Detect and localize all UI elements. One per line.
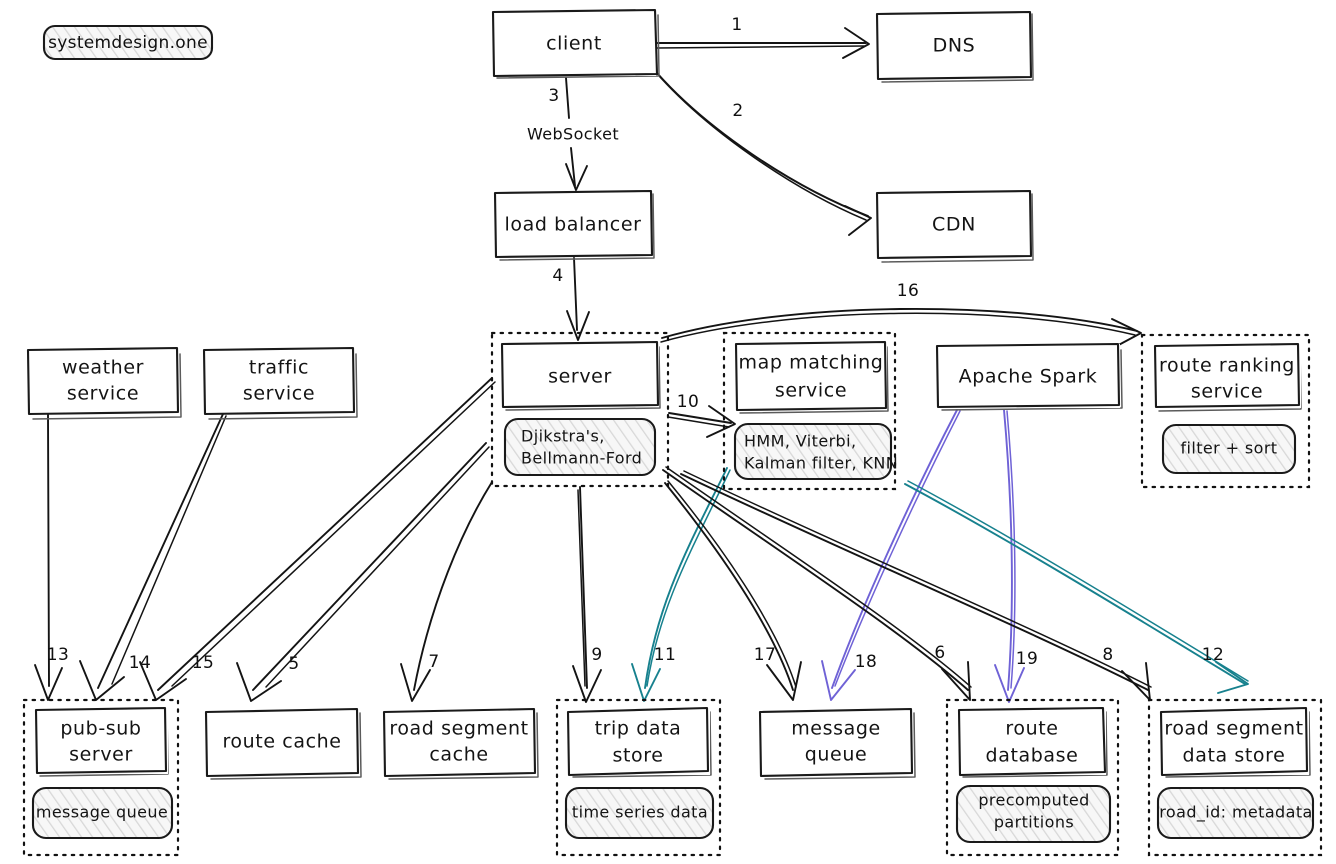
node-route-database-label-line1: route [1005,718,1058,740]
node-route-database-sub: precomputed partitions [955,784,1112,844]
node-route-ranking-service-label-line2: service [1191,381,1263,403]
node-route-database: route database [957,706,1108,778]
node-route-cache: route cache [204,707,362,780]
node-message-queue-label-line1: message [791,718,881,740]
node-pubsub-server-sub-label: message queue [36,803,168,822]
node-road-segment-cache-label-line1: road segment [389,718,528,740]
node-map-matching-service: map matching service [734,340,889,414]
node-weather-service: weather service [26,346,182,420]
node-route-cache-label: route cache [222,731,341,753]
node-server-sub-line1: Djikstra's, [521,427,605,446]
node-road-segment-data-store-sub: road_id: metadata [1156,786,1315,840]
node-pubsub-server-sub: message queue [31,786,174,840]
node-road-segment-data-store-label-line2: data store [1183,745,1286,767]
node-client-label: client [546,33,602,55]
node-map-matching-service-group: map matching service HMM, Viterbi, Kalma… [722,331,898,491]
node-traffic-service: traffic service [202,346,358,420]
node-traffic-service-label-line1: traffic [249,357,309,379]
node-pubsub-server-label-line1: pub-sub [60,718,141,740]
node-load-balancer-label: load balancer [504,214,641,236]
node-route-ranking-service-label-line1: route ranking [1159,355,1295,377]
node-pubsub-server-group: pub-sub server message queue [22,698,180,857]
node-weather-service-label-line2: service [67,383,139,405]
node-route-ranking-service-group: route ranking service filter + sort [1140,333,1311,489]
node-route-database-label-line2: database [986,745,1079,767]
node-map-matching-service-sub-line1: HMM, Viterbi, [744,432,856,451]
node-route-database-sub-line1: precomputed [978,791,1089,810]
node-trip-data-store-group: trip data store time series data [555,698,722,857]
node-road-segment-cache: road segment cache [382,707,539,780]
node-road-segment-data-store-label-line1: road segment [1164,718,1303,740]
node-cdn: CDN [875,189,1034,263]
node-road-segment-data-store: road segment data store [1159,706,1311,778]
node-road-segment-data-store-group: road segment data store road_id: metadat… [1147,698,1323,857]
node-map-matching-service-sub-line2: Kalman filter, KNN [744,454,898,473]
node-client: client [491,8,660,79]
node-route-ranking-service-sub-label: filter + sort [1181,439,1278,458]
node-map-matching-service-label-line2: service [775,380,847,402]
node-road-segment-data-store-sub-label: road_id: metadata [1159,803,1312,823]
node-server-sub: Djikstra's, Bellmann-Ford [503,417,657,477]
node-weather-service-label-line1: weather [62,357,144,379]
brand-badge-label: systemdesign.one [48,33,208,53]
node-route-database-sub-line2: partitions [994,813,1074,832]
node-server-sub-line2: Bellmann-Ford [521,449,642,468]
node-route-database-group: route database precomputed partitions [945,698,1120,857]
brand-badge: systemdesign.one [42,24,214,61]
node-apache-spark-label: Apache Spark [959,366,1098,388]
node-trip-data-store-label-line2: store [612,745,663,767]
node-dns-label: DNS [933,35,976,57]
nodes-layer: systemdesign.one client DNS CDN load bal… [22,8,1323,857]
node-road-segment-cache-label-line2: cache [429,744,488,766]
node-pubsub-server-label-line2: server [69,744,133,766]
node-pubsub-server: pub-sub server [34,706,169,777]
node-route-ranking-service: route ranking service [1153,342,1302,412]
node-server-label: server [548,366,612,388]
diagram-canvas: 1 2 3 WebSocket 4 10 16 13 14 15 5 7 9 1… [0,0,1336,864]
node-trip-data-store: trip data store [566,706,712,778]
node-apache-spark: Apache Spark [935,342,1123,411]
node-load-balancer: load balancer [493,189,655,261]
node-map-matching-service-label-line1: map matching [739,352,884,374]
node-message-queue: message queue [758,707,916,780]
node-trip-data-store-sub-label: time series data [572,803,708,822]
node-route-ranking-service-sub: filter + sort [1161,423,1297,475]
node-dns: DNS [875,10,1034,83]
node-trip-data-store-sub: time series data [564,786,715,840]
node-message-queue-label-line2: queue [805,744,868,766]
node-trip-data-store-label-line1: trip data [595,718,682,740]
node-traffic-service-label-line2: service [243,383,315,405]
node-server-group: server Djikstra's, Bellmann-Ford [490,331,670,488]
node-map-matching-service-sub: HMM, Viterbi, Kalman filter, KNN [733,422,898,481]
node-cdn-label: CDN [932,214,976,236]
node-server: server [500,340,661,411]
